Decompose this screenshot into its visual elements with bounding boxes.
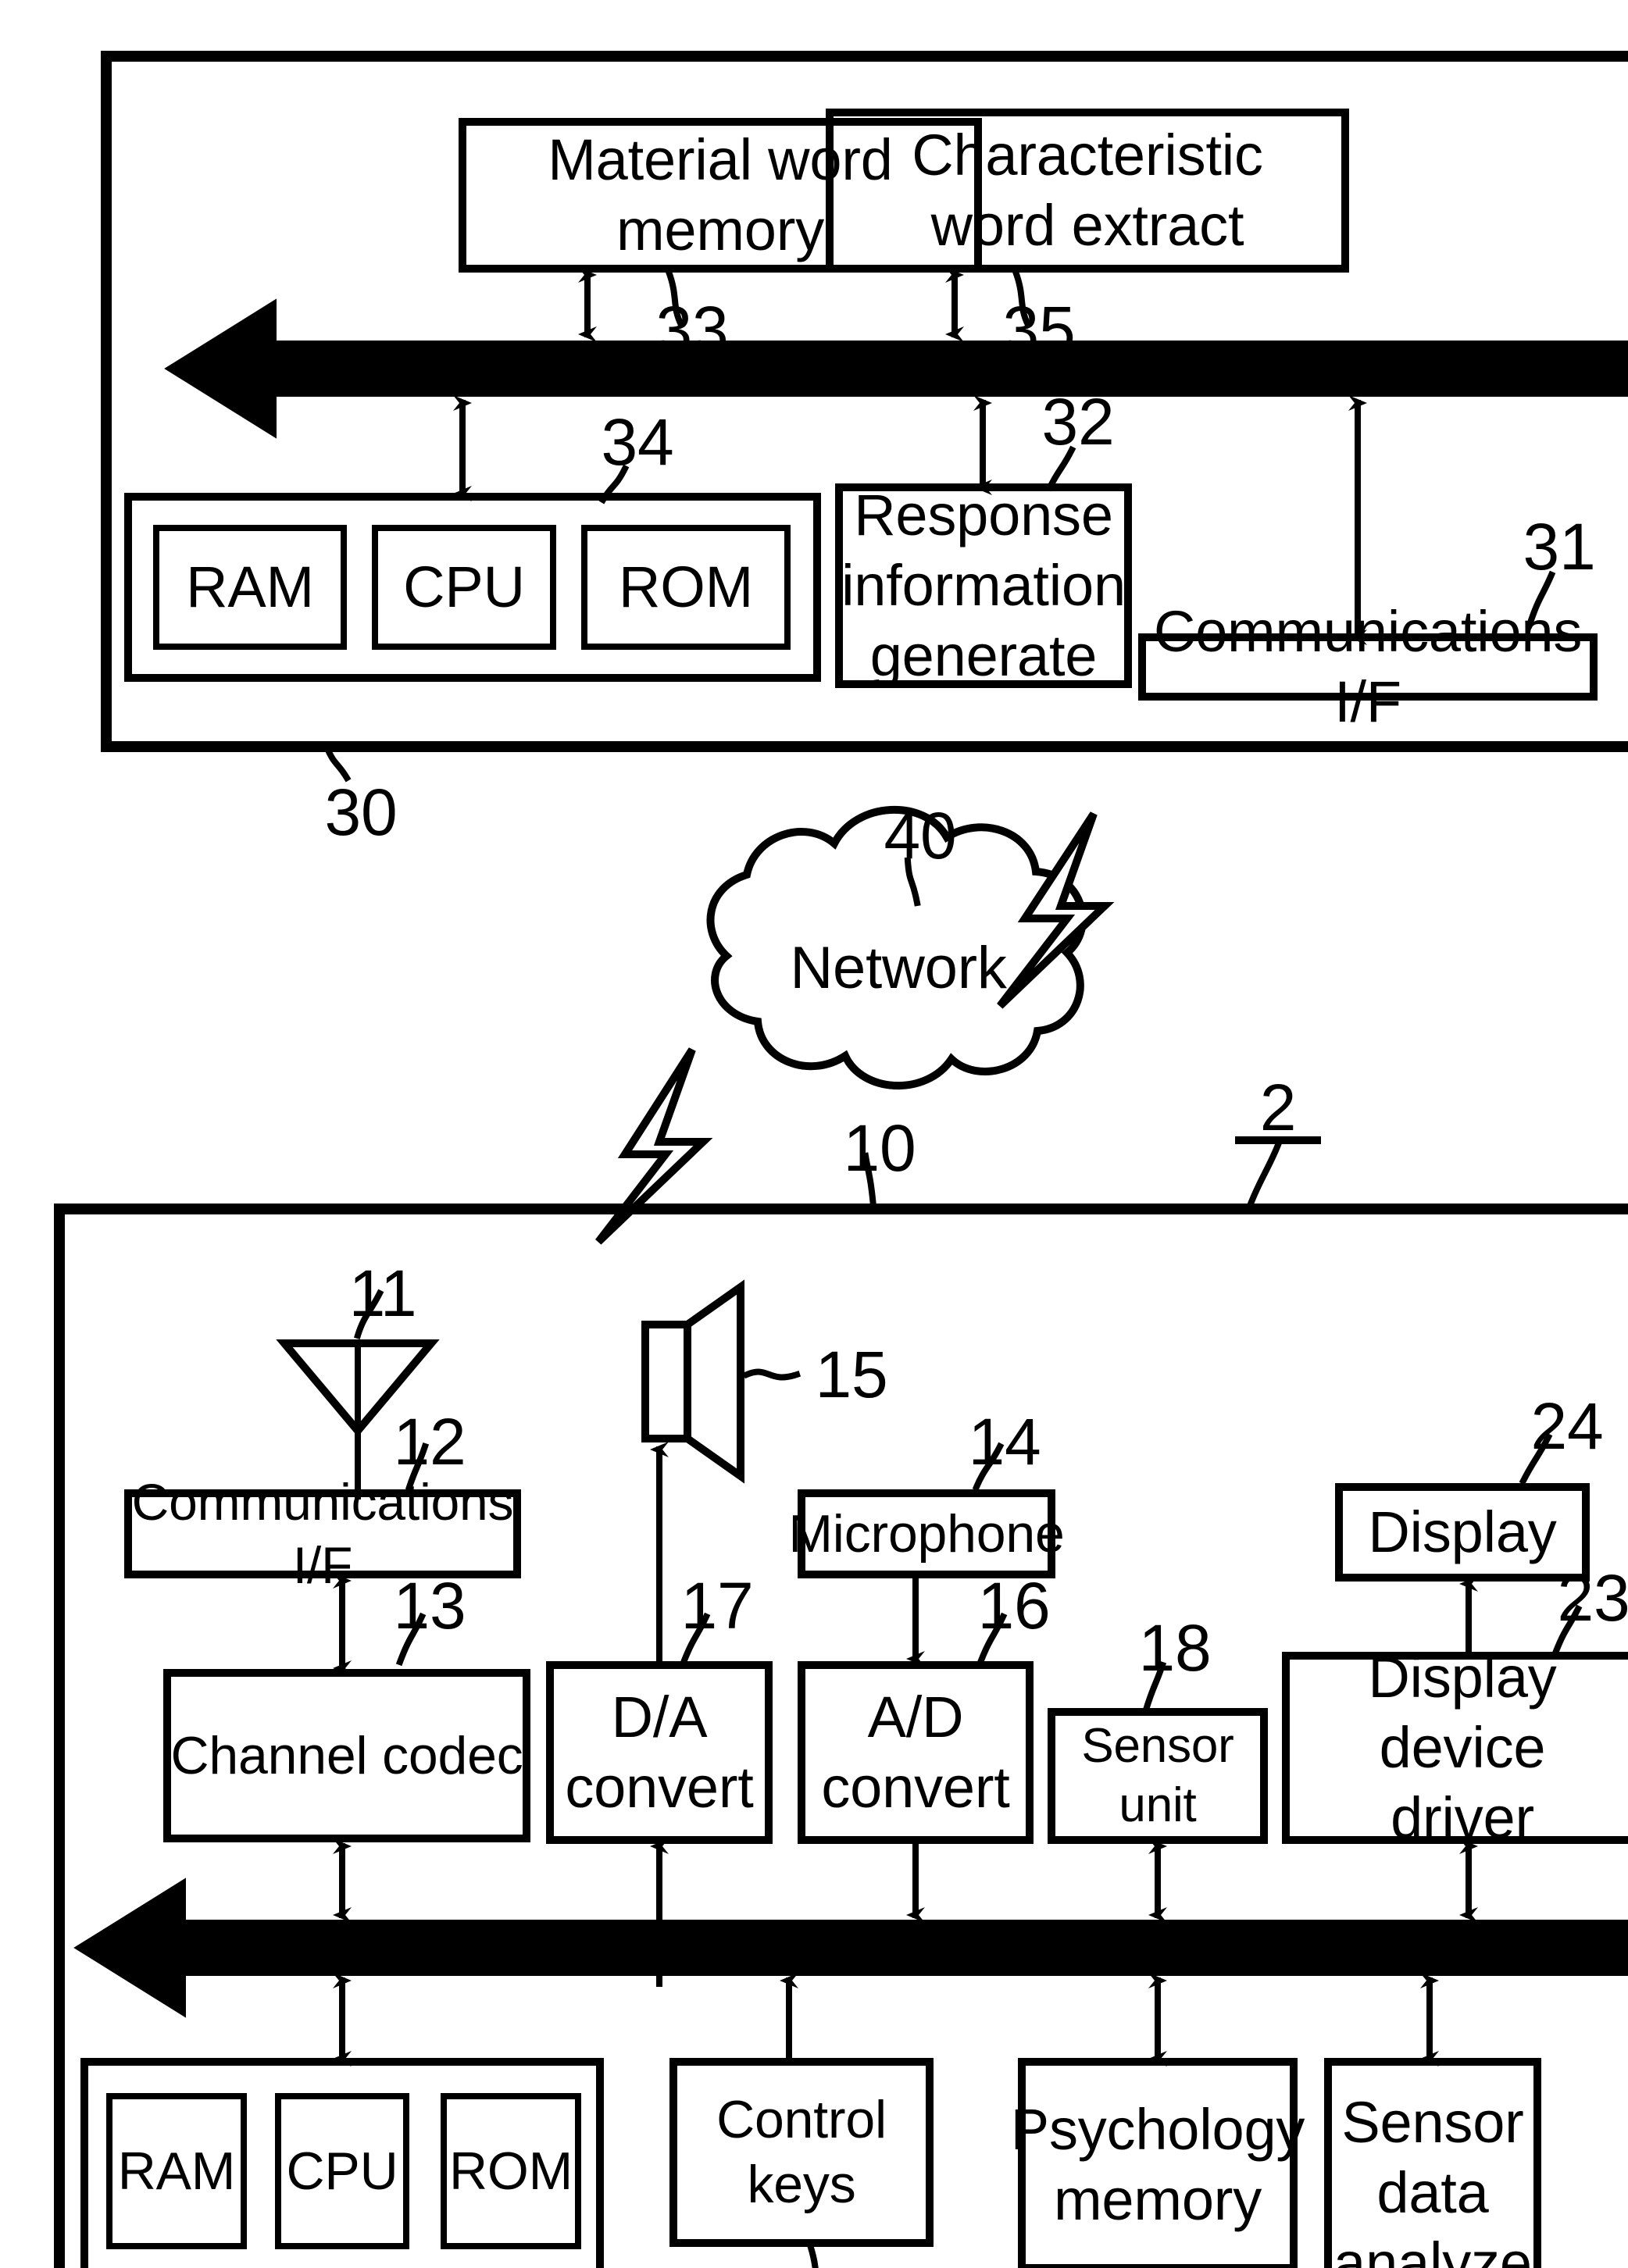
label-da-convert: D/A convert xyxy=(565,1684,754,1820)
label-psychology-memory: Psychology memory xyxy=(1010,2096,1305,2232)
ref-32: 32 xyxy=(1041,384,1115,458)
ref-17: 17 xyxy=(680,1568,754,1642)
ref-13: 13 xyxy=(393,1568,466,1642)
label-sensor-data-analyze: Sensor data analyze xyxy=(1333,2089,1532,2268)
terminal-bus-arrow xyxy=(73,1878,1628,2018)
speaker-icon-body xyxy=(641,1321,691,1442)
figure-canvas: Material word memory 33 Characteristic w… xyxy=(0,0,1628,2268)
label-terminal-rom: ROM xyxy=(448,2141,573,2201)
label-control-keys: Control keys xyxy=(716,2090,887,2214)
label-ad-convert: A/D convert xyxy=(821,1684,1010,1820)
label-sensor-unit: Sensor unit xyxy=(1081,1719,1234,1832)
ref-18: 18 xyxy=(1138,1610,1212,1685)
label-microphone: Microphone xyxy=(788,1503,1065,1564)
ref-14: 14 xyxy=(968,1404,1041,1478)
ref-16: 16 xyxy=(977,1568,1051,1642)
label-response-information-generate: Response information generate xyxy=(841,482,1126,689)
ref-24: 24 xyxy=(1530,1389,1604,1463)
label-channel-codec: Channel codec xyxy=(170,1725,523,1785)
ref-30: 30 xyxy=(324,775,398,849)
ref-2: 2 xyxy=(1259,1070,1297,1144)
label-terminal-cpu: CPU xyxy=(286,2141,398,2201)
ref-23: 23 xyxy=(1557,1560,1628,1635)
diagram-vector-layer xyxy=(54,51,1628,2268)
ref-11: 11 xyxy=(348,1256,417,1330)
label-server-rom: ROM xyxy=(618,554,754,619)
label-server-communications-if: Communications I/F xyxy=(1153,598,1583,734)
label-terminal-communications-if: Communications I/F xyxy=(131,1473,514,1594)
ref-33: 33 xyxy=(655,292,729,366)
speaker-icon-cone xyxy=(684,1279,744,1484)
label-terminal-ram: RAM xyxy=(117,2141,236,2201)
label-characteristic-word-extract: Characteristic word extract xyxy=(912,122,1263,258)
server-bus-arrow xyxy=(164,298,1628,439)
ref-31: 31 xyxy=(1523,509,1596,583)
ref-10: 10 xyxy=(843,1111,916,1185)
ref-34: 34 xyxy=(601,405,674,479)
ref-15: 15 xyxy=(815,1337,888,1411)
ref-12: 12 xyxy=(393,1404,466,1478)
label-display-device-driver: Display device driver xyxy=(1368,1644,1557,1851)
label-server-cpu: CPU xyxy=(403,554,525,619)
ref-40: 40 xyxy=(884,798,957,872)
label-network: Network xyxy=(790,934,1007,1001)
ref-35: 35 xyxy=(1002,292,1076,366)
label-server-ram: RAM xyxy=(186,554,314,619)
